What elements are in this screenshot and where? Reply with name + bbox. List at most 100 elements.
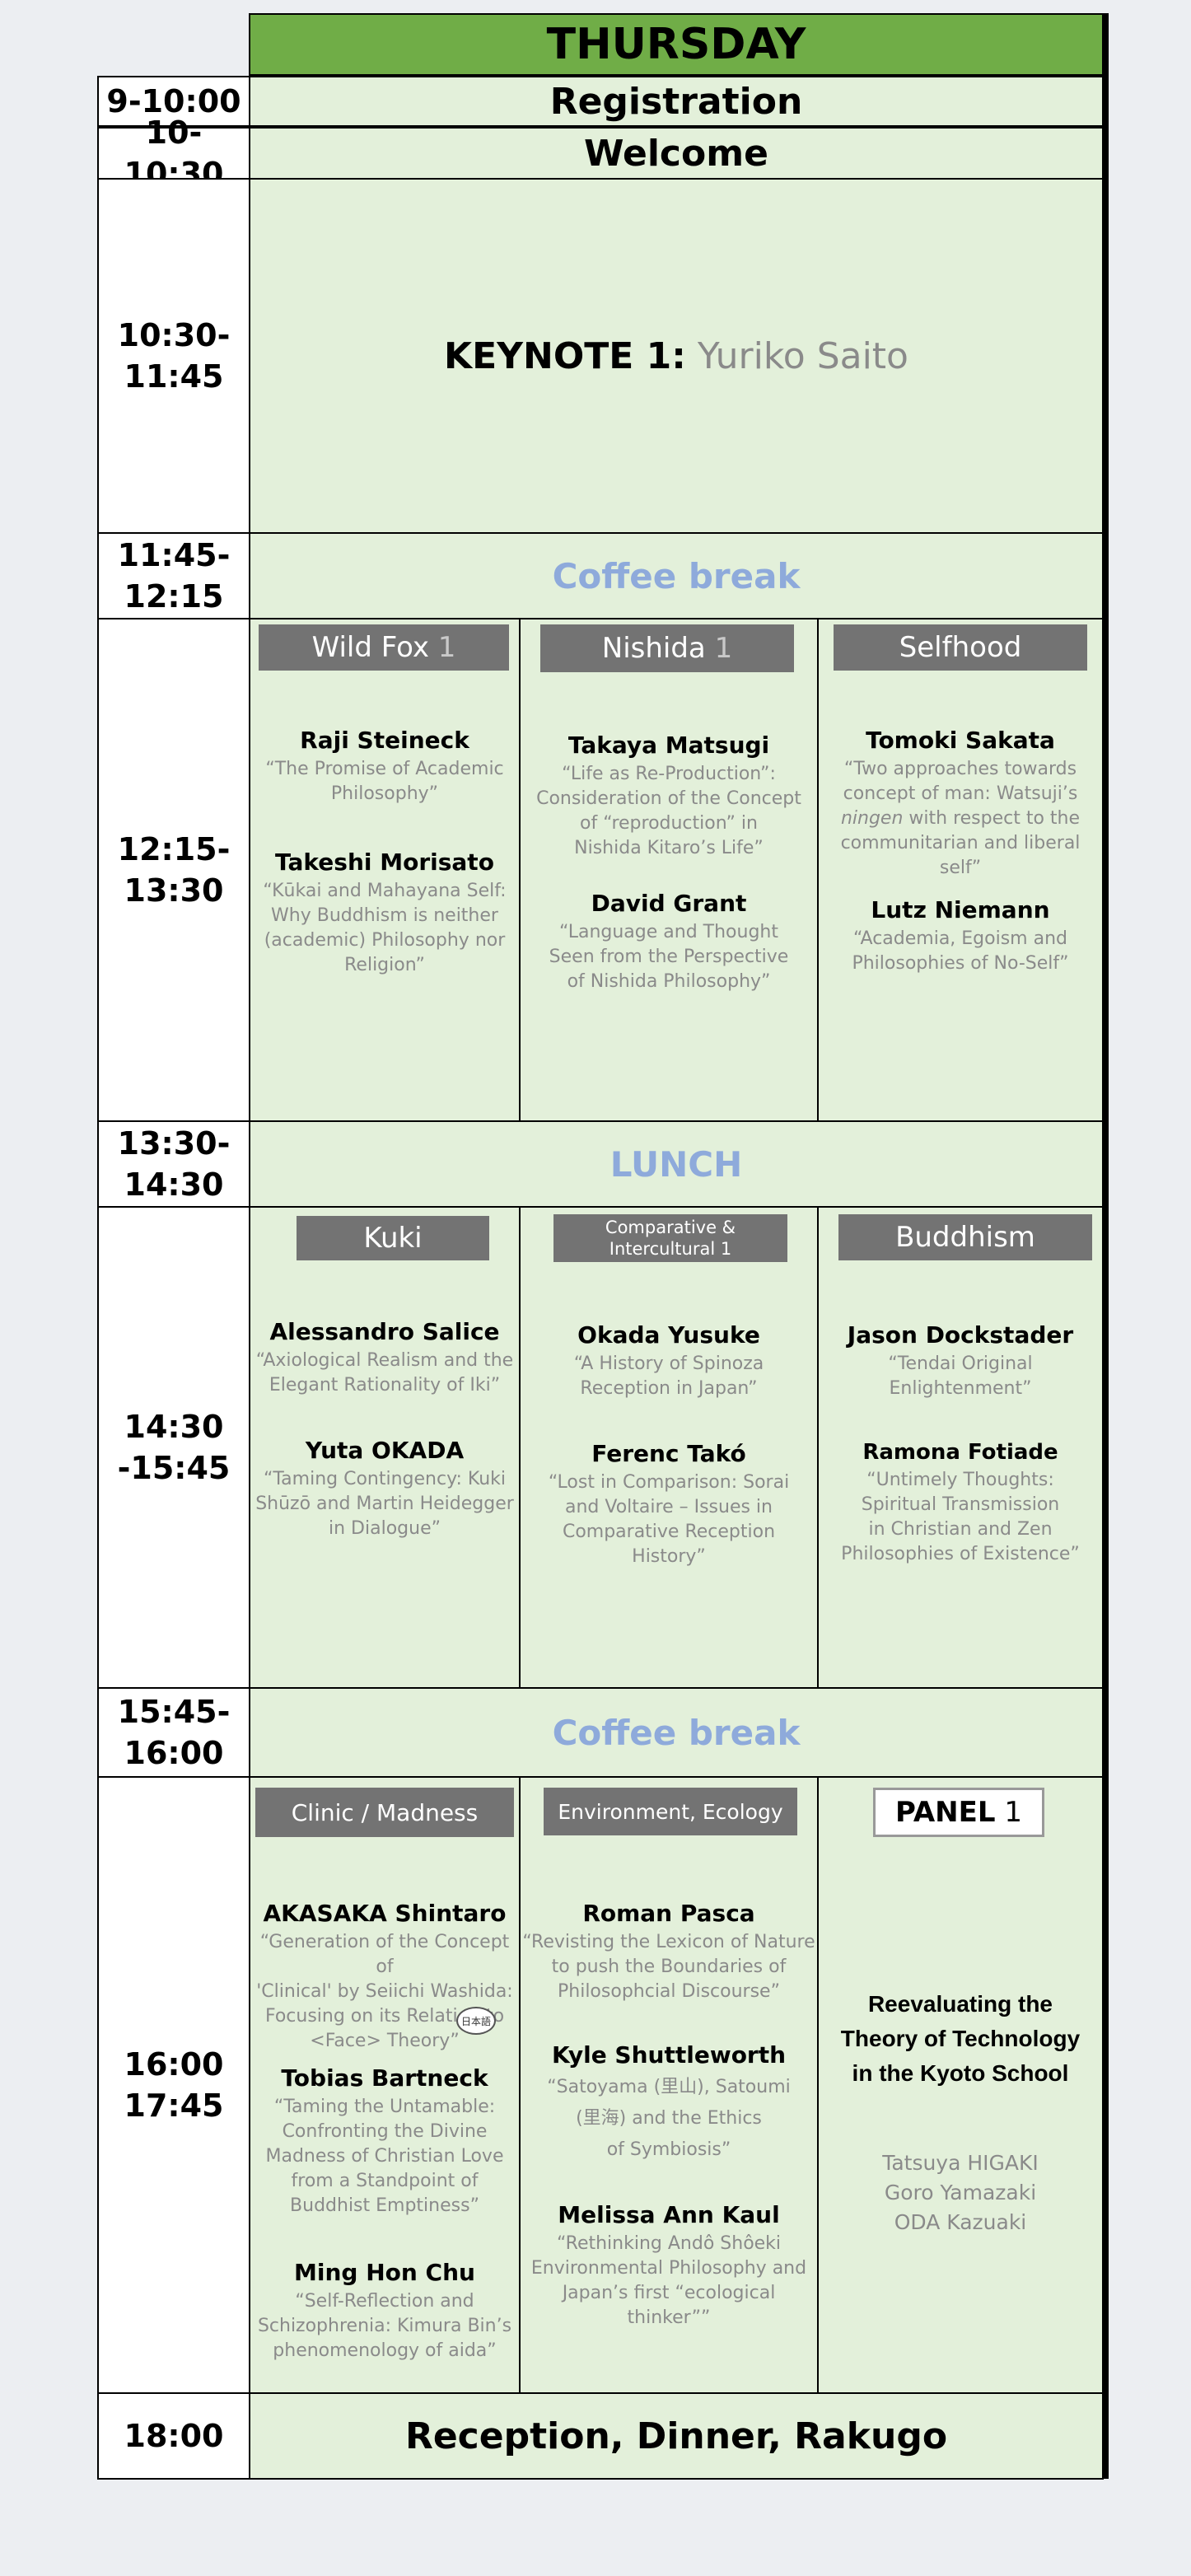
session-cell: Wild Fox 1 Raji Steineck “The Promise of… bbox=[249, 618, 521, 1122]
talk: Lutz Niemann “Academia, Egoism and Philo… bbox=[819, 896, 1102, 976]
keynote-row: KEYNOTE 1: Yuriko Saito bbox=[249, 178, 1104, 534]
speaker-name: Ming Hon Chu bbox=[294, 2259, 475, 2286]
talk-title: “Untimely Thoughts: Spiritual Transmissi… bbox=[841, 1470, 1080, 1564]
talk: Tobias Bartneck “Taming the Untamable: C… bbox=[250, 2064, 519, 2218]
talk-title: “A History of Spinoza Reception in Japan… bbox=[573, 1353, 764, 1399]
reception-row: Reception, Dinner, Rakugo bbox=[249, 2392, 1104, 2480]
speaker-name: AKASAKA Shintaro bbox=[263, 1900, 507, 1927]
talk: Jason Dockstader “Tendai Original Enligh… bbox=[819, 1321, 1102, 1401]
day-header: THURSDAY bbox=[249, 13, 1104, 76]
coffee-break-row: Coffee break bbox=[249, 1687, 1104, 1778]
session-cell: Nishida 1 Takaya Matsugi “Life as Re-Pro… bbox=[519, 618, 819, 1122]
time-slot: 15:45- 16:00 bbox=[97, 1687, 250, 1778]
session-label: Selfhood bbox=[834, 624, 1087, 671]
talk: David Grant “Language and Thought Seen f… bbox=[521, 890, 817, 994]
coffee-break-row: Coffee break bbox=[249, 532, 1104, 619]
registration-label: Registration bbox=[549, 80, 803, 123]
time-slot: 14:30 -15:45 bbox=[97, 1206, 250, 1689]
session-label: Kuki bbox=[297, 1216, 489, 1260]
panel-member: ODA Kazuaki bbox=[894, 2210, 1027, 2234]
talk: Ming Hon Chu “Self-Reflection and Schizo… bbox=[250, 2259, 519, 2363]
session-label: Comparative & Intercultural 1 bbox=[553, 1214, 787, 1262]
speaker-name: Melissa Ann Kaul bbox=[558, 2201, 780, 2228]
speaker-name: Lutz Niemann bbox=[871, 896, 1050, 923]
session-cell: Kuki Alessandro Salice “Axiological Real… bbox=[249, 1206, 521, 1689]
panel-title: Reevaluating the Theory of Technology in… bbox=[840, 1991, 1081, 2086]
talk: Melissa Ann Kaul “Rethinking Andô Shôeki… bbox=[521, 2201, 817, 2331]
session-cell: Comparative & Intercultural 1 Okada Yusu… bbox=[519, 1206, 819, 1689]
session-label: Nishida 1 bbox=[540, 624, 794, 672]
talk-title: “Tendai Original Enlightenment” bbox=[888, 1353, 1033, 1399]
language-badge: 日本語 bbox=[456, 2007, 496, 2035]
speaker-name: Tomoki Sakata bbox=[866, 727, 1055, 754]
time-slot: 10:30- 11:45 bbox=[97, 178, 250, 534]
lunch-row: LUNCH bbox=[249, 1120, 1104, 1208]
talk: Takeshi Morisato “Kūkai and Mahayana Sel… bbox=[250, 849, 519, 978]
speaker-name: Alessandro Salice bbox=[269, 1318, 500, 1345]
speaker-name: Roman Pasca bbox=[582, 1900, 755, 1927]
panel-member: Goro Yamazaki bbox=[884, 2181, 1037, 2204]
session-label: Buddhism bbox=[838, 1214, 1092, 1260]
time-slot: 13:30- 14:30 bbox=[97, 1120, 250, 1208]
speaker-name: Takeshi Morisato bbox=[275, 849, 494, 876]
speaker-name: Tobias Bartneck bbox=[281, 2064, 488, 2092]
talk: Tomoki Sakata “Two approaches towards co… bbox=[819, 727, 1102, 881]
time-slot: 16:00 17:45 bbox=[97, 1776, 250, 2394]
welcome-row: Welcome bbox=[249, 127, 1104, 180]
time-slot: 18:00 bbox=[97, 2392, 250, 2480]
coffee-break-label: Coffee break bbox=[552, 555, 801, 596]
panel-label: PANEL 1 bbox=[873, 1788, 1044, 1837]
time-slot: 10-10:30 bbox=[97, 115, 250, 192]
session-cell: PANEL 1 Reevaluating the Theory of Techn… bbox=[817, 1776, 1104, 2394]
panel-member: Tatsuya HIGAKI bbox=[882, 2151, 1039, 2175]
keynote-speaker: Yuriko Saito bbox=[697, 334, 908, 377]
day-title: THURSDAY bbox=[546, 20, 806, 69]
session-cell: Buddhism Jason Dockstader “Tendai Origin… bbox=[817, 1206, 1104, 1689]
speaker-name: Takaya Matsugi bbox=[567, 732, 770, 759]
speaker-name: Kyle Shuttleworth bbox=[551, 2041, 787, 2069]
speaker-name: Ferenc Takó bbox=[591, 1440, 746, 1467]
speaker-name: Raji Steineck bbox=[300, 727, 469, 754]
keynote-label: KEYNOTE 1: bbox=[444, 334, 686, 377]
talk: Raji Steineck “The Promise of Academic P… bbox=[250, 727, 519, 806]
talk-title: “Academia, Egoism and Philosophies of No… bbox=[852, 928, 1069, 974]
talk: Ferenc Takó “Lost in Comparison: Sorai a… bbox=[521, 1440, 817, 1569]
talk-title: “Taming the Untamable: Confronting the D… bbox=[265, 2097, 504, 2216]
talk: Kyle Shuttleworth “Satoyama (里山), Satoum… bbox=[521, 2041, 817, 2166]
session-label: Environment, Ecology bbox=[544, 1788, 797, 1835]
registration-row: Registration bbox=[249, 76, 1104, 127]
panel-members: Tatsuya HIGAKI Goro Yamazaki ODA Kazuaki bbox=[819, 2148, 1102, 2237]
talk: Okada Yusuke “A History of Spinoza Recep… bbox=[521, 1321, 817, 1401]
talk-title: “Axiological Realism and the Elegant Rat… bbox=[255, 1350, 514, 1396]
speaker-name: Jason Dockstader bbox=[847, 1321, 1074, 1349]
reception-label: Reception, Dinner, Rakugo bbox=[404, 2415, 948, 2457]
talk: Alessandro Salice “Axiological Realism a… bbox=[250, 1318, 519, 1398]
welcome-label: Welcome bbox=[584, 132, 768, 175]
talk: Roman Pasca “Revisting the Lexicon of Na… bbox=[521, 1900, 817, 2004]
lunch-label: LUNCH bbox=[610, 1143, 743, 1185]
talk-title: “Life as Re-Production”: Consideration o… bbox=[536, 764, 801, 858]
talk: Yuta OKADA “Taming Contingency: Kuki Shū… bbox=[250, 1437, 519, 1541]
talk-title: “Language and Thought Seen from the Pers… bbox=[549, 922, 789, 992]
talk: Ramona Fotiade “Untimely Thoughts: Spiri… bbox=[819, 1440, 1102, 1567]
talk-title: “The Promise of Academic Philosophy” bbox=[265, 759, 504, 804]
speaker-name: Okada Yusuke bbox=[577, 1321, 760, 1349]
talk-title: “Two approaches towards concept of man: … bbox=[840, 759, 1081, 878]
talk-title: “Kūkai and Mahayana Self: Why Buddhism i… bbox=[263, 881, 507, 975]
talk-title: “Rethinking Andô Shôeki Environmental Ph… bbox=[530, 2233, 807, 2328]
session-label: Wild Fox 1 bbox=[259, 624, 509, 671]
time-slot: 11:45- 12:15 bbox=[97, 532, 250, 619]
talk-title: “Satoyama (里山), Satoumi (里海) and the Eth… bbox=[547, 2077, 791, 2160]
talk-title: “Self-Reflection and Schizophrenia: Kimu… bbox=[257, 2291, 512, 2361]
speaker-name: Yuta OKADA bbox=[305, 1437, 465, 1464]
talk: Takaya Matsugi “Life as Re-Production”: … bbox=[521, 732, 817, 861]
speaker-name: Ramona Fotiade bbox=[862, 1440, 1058, 1465]
session-cell: Clinic / Madness AKASAKA Shintaro “Gener… bbox=[249, 1776, 521, 2394]
talk-title: “Taming Contingency: Kuki Shūzō and Mart… bbox=[255, 1469, 514, 1539]
talk-title: “Revisting the Lexicon of Nature to push… bbox=[522, 1932, 815, 2002]
speaker-name: David Grant bbox=[591, 890, 747, 917]
session-cell: Selfhood Tomoki Sakata “Two approaches t… bbox=[817, 618, 1104, 1122]
coffee-break-label: Coffee break bbox=[552, 1712, 801, 1753]
session-cell: Environment, Ecology Roman Pasca “Revist… bbox=[519, 1776, 819, 2394]
talk-title: “Lost in Comparison: Sorai and Voltaire … bbox=[548, 1472, 790, 1567]
